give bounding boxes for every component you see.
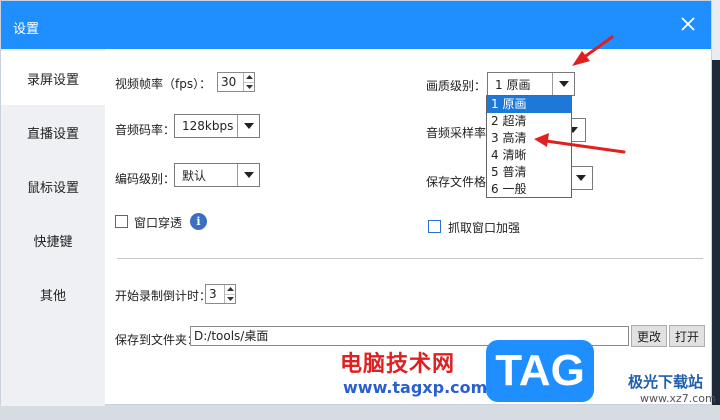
- chevron-down-icon[interactable]: [552, 73, 574, 95]
- desktop-background: [0, 405, 720, 420]
- settings-sidebar: 录屏设置 直播设置 鼠标设置 快捷键 其他: [1, 49, 105, 406]
- change-folder-button[interactable]: 更改: [631, 325, 667, 347]
- sidebar-item-live[interactable]: 直播设置: [1, 105, 105, 159]
- sidebar-item-hotkeys[interactable]: 快捷键: [1, 213, 105, 267]
- sidebar-item-label: 录屏设置: [26, 72, 79, 88]
- info-icon[interactable]: i: [190, 213, 207, 230]
- countdown-stepper[interactable]: 3: [205, 284, 236, 304]
- watermark-site-name: 电脑技术网: [340, 352, 456, 377]
- sidebar-item-other[interactable]: 其他: [1, 267, 105, 321]
- watermark-brand-url: www.xz7.com: [640, 392, 716, 405]
- chevron-down-icon[interactable]: [570, 167, 592, 189]
- quality-option-2[interactable]: 2 超清: [487, 113, 571, 130]
- sidebar-item-recording[interactable]: 录屏设置: [1, 51, 105, 105]
- stepper-up-icon[interactable]: [225, 285, 235, 294]
- quality-option-5[interactable]: 5 普清: [487, 164, 571, 181]
- save-format-select[interactable]: [569, 166, 593, 190]
- window-through-label: 窗口穿透: [134, 216, 183, 230]
- fps-value: 30: [221, 75, 237, 89]
- chevron-down-icon[interactable]: [237, 115, 259, 137]
- capture-boost-checkbox[interactable]: [428, 220, 441, 233]
- quality-select[interactable]: 1 原画: [487, 72, 575, 96]
- encode-level-select[interactable]: 默认: [174, 163, 260, 187]
- stepper-down-icon[interactable]: [244, 81, 254, 92]
- encode-level-label: 编码级别：: [115, 172, 176, 186]
- save-folder-label: 保存到文件夹：: [115, 333, 200, 347]
- quality-option-4[interactable]: 4 清晰: [487, 147, 571, 164]
- window-through-checkbox[interactable]: [115, 215, 128, 228]
- countdown-value: 3: [209, 287, 217, 301]
- quality-option-1[interactable]: 1 原画: [487, 96, 571, 113]
- sidebar-item-label: 直播设置: [26, 126, 79, 142]
- quality-option-6[interactable]: 6 一般: [487, 181, 571, 198]
- sidebar-item-label: 鼠标设置: [26, 180, 79, 196]
- fps-label: 视频帧率（fps）：: [115, 77, 212, 91]
- chevron-down-icon[interactable]: [237, 164, 259, 186]
- save-format-label: 保存文件格: [426, 175, 487, 189]
- stepper-down-icon[interactable]: [225, 293, 235, 304]
- settings-dialog: 设置 录屏设置 直播设置 鼠标设置 快捷键 其他 视频帧率（fps）： 30 画…: [0, 0, 712, 406]
- capture-boost-label: 抓取窗口加强: [448, 221, 521, 235]
- quality-option-3[interactable]: 3 高清: [487, 130, 571, 147]
- watermark-brand: 极光下载站: [628, 373, 704, 391]
- window-title: 设置: [13, 22, 40, 37]
- watermark-site-url: www.tagxp.com: [343, 378, 488, 397]
- quality-selected-value: 1 原画: [495, 77, 531, 92]
- countdown-label: 开始录制倒计时：: [115, 289, 212, 303]
- sidebar-item-mouse[interactable]: 鼠标设置: [1, 159, 105, 213]
- tag-logo: TAG: [486, 340, 594, 402]
- encode-level-value: 默认: [182, 168, 207, 183]
- audio-bitrate-select[interactable]: 128kbps: [174, 114, 260, 138]
- sidebar-item-label: 其他: [39, 288, 66, 304]
- title-bar: 设置: [1, 1, 711, 49]
- section-divider: [117, 258, 703, 259]
- quality-label: 画质级别：: [426, 79, 487, 93]
- background-window-edge: [712, 60, 720, 405]
- open-folder-button[interactable]: 打开: [669, 325, 705, 347]
- close-icon[interactable]: [677, 13, 699, 35]
- audio-bitrate-value: 128kbps: [182, 119, 234, 133]
- sidebar-item-label: 快捷键: [33, 234, 73, 250]
- sample-rate-label: 音频采样率: [426, 126, 487, 140]
- quality-dropdown-list: 1 原画 2 超清 3 高清 4 清晰 5 普清 6 一般: [486, 95, 572, 198]
- audio-bitrate-label: 音频码率：: [115, 123, 176, 137]
- stepper-up-icon[interactable]: [244, 73, 254, 82]
- fps-stepper[interactable]: 30: [217, 72, 255, 92]
